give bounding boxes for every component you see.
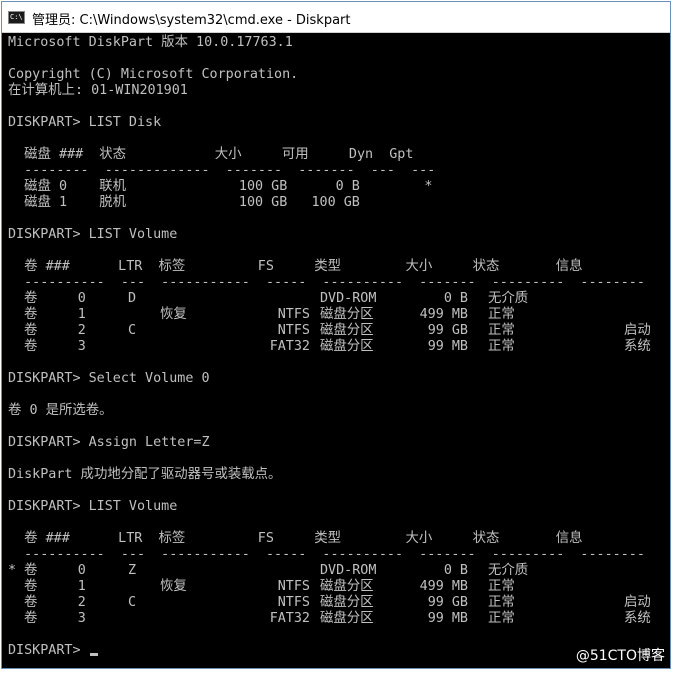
volume-cell-size: 0 B xyxy=(443,563,468,578)
volume-cell-status: 正常 xyxy=(488,595,515,610)
volume-cell-info: 系统 xyxy=(624,339,651,354)
volume-cell-label: 恢复 xyxy=(160,579,187,594)
console-line: Copyright (C) Microsoft Corporation. xyxy=(8,67,299,82)
console-line: 在计算机上: 01-WIN201901 xyxy=(8,83,188,98)
disk-table-row: 磁盘 1 脱机 100 GB 100 GB xyxy=(8,195,360,210)
cmd-window: C:\ 管理员: C:\Windows\system32\cmd.exe - D… xyxy=(1,1,671,669)
volume-cell-type: DVD-ROM xyxy=(320,291,377,306)
volume-cell-fs: FAT32 xyxy=(269,611,310,626)
volume-cell-type: 磁盘分区 xyxy=(320,595,374,610)
volume-cell-type: 磁盘分区 xyxy=(320,323,374,338)
watermark: @51CTO博客 xyxy=(575,648,665,664)
text-cursor xyxy=(90,653,98,656)
volume-table-header: 卷 ### LTR 标签 FS 类型 大小 状态 信息 xyxy=(8,259,583,274)
volume-cell-label: 恢复 xyxy=(160,307,187,322)
volume-cell-fs: FAT32 xyxy=(269,339,310,354)
volume-cell-num: 卷 0 xyxy=(24,563,86,578)
volume-cell-fs: NTFS xyxy=(277,323,310,338)
volume-cell-ltr: C xyxy=(128,595,137,610)
volume-cell-size: 0 B xyxy=(443,291,468,306)
volume-table-separator: ---------- --- ----------- ----- -------… xyxy=(8,547,645,562)
volume-cell-type: DVD-ROM xyxy=(320,563,377,578)
volume-cell-ltr: C xyxy=(128,323,137,338)
volume-cell-marker: * xyxy=(8,563,17,578)
volume-cell-fs: NTFS xyxy=(277,579,310,594)
console-line: Microsoft DiskPart 版本 10.0.17763.1 xyxy=(8,35,293,50)
console-command: DISKPART> Select Volume 0 xyxy=(8,371,210,386)
volume-cell-status: 无介质 xyxy=(488,563,529,578)
volume-cell-size: 499 MB xyxy=(419,579,468,594)
volume-cell-ltr: Z xyxy=(128,563,137,578)
disk-table-row: 磁盘 0 联机 100 GB 0 B * xyxy=(8,179,433,194)
volume-cell-fs: NTFS xyxy=(277,595,310,610)
console-output[interactable]: Microsoft DiskPart 版本 10.0.17763.1 Copyr… xyxy=(2,33,670,668)
console-command: DISKPART> LIST Volume xyxy=(8,499,178,514)
volume-cell-status: 正常 xyxy=(488,611,515,626)
volume-cell-status: 正常 xyxy=(488,339,515,354)
disk-table-header: 磁盘 ### 状态 大小 可用 Dyn Gpt xyxy=(8,147,414,162)
volume-cell-num: 卷 3 xyxy=(24,339,86,354)
volume-cell-num: 卷 1 xyxy=(24,307,86,322)
volume-cell-size: 99 GB xyxy=(427,595,468,610)
volume-cell-status: 正常 xyxy=(488,579,515,594)
volume-cell-fs: NTFS xyxy=(277,307,310,322)
volume-table-separator: ---------- --- ----------- ----- -------… xyxy=(8,275,645,290)
console-command: DISKPART> Assign Letter=Z xyxy=(8,435,210,450)
volume-cell-num: 卷 2 xyxy=(24,323,86,338)
volume-cell-size: 99 MB xyxy=(427,611,468,626)
title-bar[interactable]: C:\ 管理员: C:\Windows\system32\cmd.exe - D… xyxy=(2,2,670,33)
volume-table-header: 卷 ### LTR 标签 FS 类型 大小 状态 信息 xyxy=(8,531,583,546)
volume-cell-status: 正常 xyxy=(488,307,515,322)
volume-cell-status: 无介质 xyxy=(488,291,529,306)
volume-cell-num: 卷 1 xyxy=(24,579,86,594)
volume-cell-info: 系统 xyxy=(624,611,651,626)
console-command: DISKPART> LIST Volume xyxy=(8,227,178,242)
volume-cell-size: 99 MB xyxy=(427,339,468,354)
volume-cell-info: 启动 xyxy=(624,595,651,610)
volume-cell-type: 磁盘分区 xyxy=(320,579,374,594)
volume-cell-status: 正常 xyxy=(488,323,515,338)
cmd-icon: C:\ xyxy=(8,11,25,24)
volume-cell-info: 启动 xyxy=(624,323,651,338)
console-prompt: DISKPART> xyxy=(8,643,89,658)
console-line: DiskPart 成功地分配了驱动器号或装载点。 xyxy=(8,467,282,482)
window-title: 管理员: C:\Windows\system32\cmd.exe - Diskp… xyxy=(32,13,351,28)
volume-cell-size: 499 MB xyxy=(419,307,468,322)
volume-cell-type: 磁盘分区 xyxy=(320,339,374,354)
console-line: 卷 0 是所选卷。 xyxy=(8,403,113,418)
volume-cell-num: 卷 0 xyxy=(24,291,86,306)
console-command: DISKPART> LIST Disk xyxy=(8,115,162,130)
volume-cell-num: 卷 3 xyxy=(24,611,86,626)
volume-cell-size: 99 GB xyxy=(427,323,468,338)
volume-cell-type: 磁盘分区 xyxy=(320,307,374,322)
disk-table-separator: -------- ------------- ------- ------- -… xyxy=(8,163,436,178)
volume-cell-num: 卷 2 xyxy=(24,595,86,610)
volume-cell-type: 磁盘分区 xyxy=(320,611,374,626)
volume-cell-ltr: D xyxy=(128,291,137,306)
